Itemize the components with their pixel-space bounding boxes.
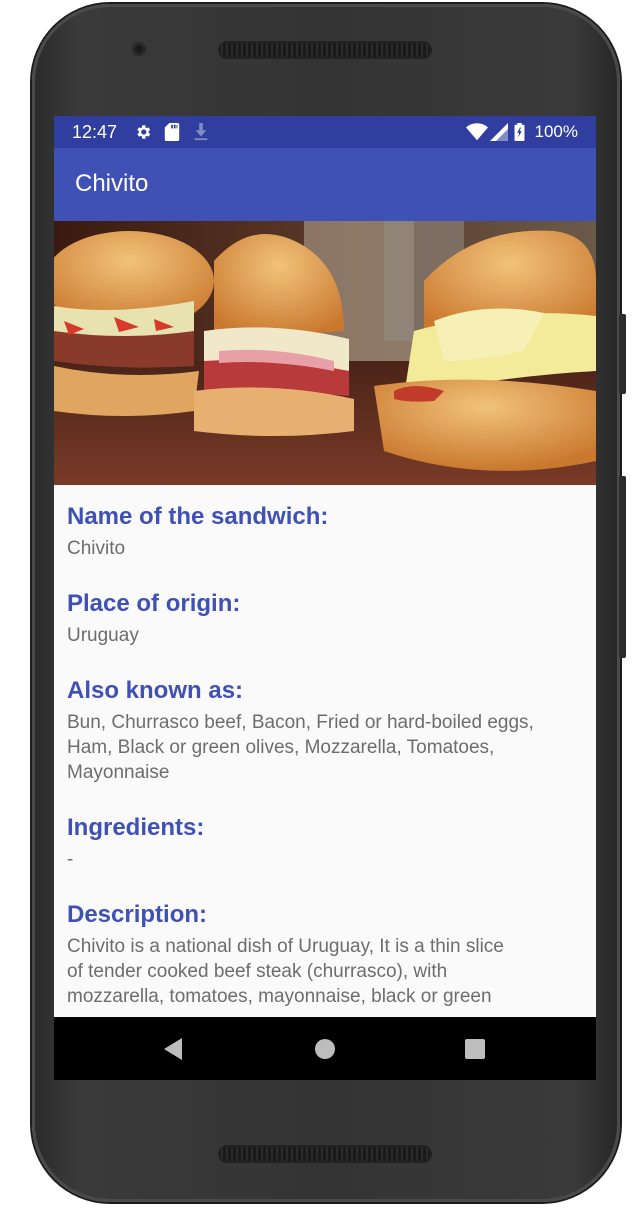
navigation-bar: [54, 1017, 596, 1080]
field-description: Description: Chivito is a national dish …: [67, 900, 583, 1009]
field-label: Ingredients:: [67, 814, 205, 841]
app-bar: Chivito: [54, 148, 596, 221]
status-bar: 12:47 100%: [54, 116, 596, 148]
field-ingredients: Ingredients: -: [67, 813, 583, 872]
field-origin: Place of origin: Uruguay: [67, 589, 583, 648]
battery-icon: [514, 123, 525, 141]
back-icon[interactable]: [160, 1035, 188, 1063]
battery-percentage: 100%: [534, 122, 578, 141]
field-label: Name of the sandwich:: [67, 503, 329, 530]
screen: 12:47 100% Chivito Name of the sandwich:…: [54, 116, 596, 1080]
earpiece-speaker: [218, 41, 432, 59]
bottom-speaker: [218, 1145, 432, 1163]
page-title: Chivito: [75, 170, 149, 197]
volume-button: [619, 314, 626, 394]
power-button: [619, 476, 626, 658]
signal-icon: [490, 123, 508, 141]
sandwich-photo: [54, 221, 596, 485]
field-also-known-as: Also known as: Bun, Churrasco beef, Baco…: [67, 676, 583, 785]
field-name: Name of the sandwich: Chivito: [67, 502, 583, 561]
field-label: Description:: [67, 901, 208, 928]
field-label: Place of origin:: [67, 590, 241, 617]
field-value: Uruguay: [67, 625, 139, 646]
field-value: Chivito: [67, 538, 126, 559]
download-icon: [194, 123, 208, 141]
recents-icon[interactable]: [461, 1035, 489, 1063]
field-value: Chivito is a national dish of Uruguay, I…: [67, 936, 504, 1007]
sd-card-icon: [164, 123, 180, 141]
sandwich-details: Name of the sandwich: Chivito Place of o…: [67, 502, 583, 1037]
field-value: -: [67, 849, 74, 870]
settings-icon: [137, 125, 151, 139]
wifi-icon: [466, 123, 488, 141]
home-icon[interactable]: [311, 1035, 339, 1063]
front-camera: [132, 42, 146, 56]
status-time: 12:47: [72, 122, 118, 142]
field-value: Bun, Churrasco beef, Bacon, Fried or har…: [67, 712, 534, 783]
field-label: Also known as:: [67, 677, 244, 704]
